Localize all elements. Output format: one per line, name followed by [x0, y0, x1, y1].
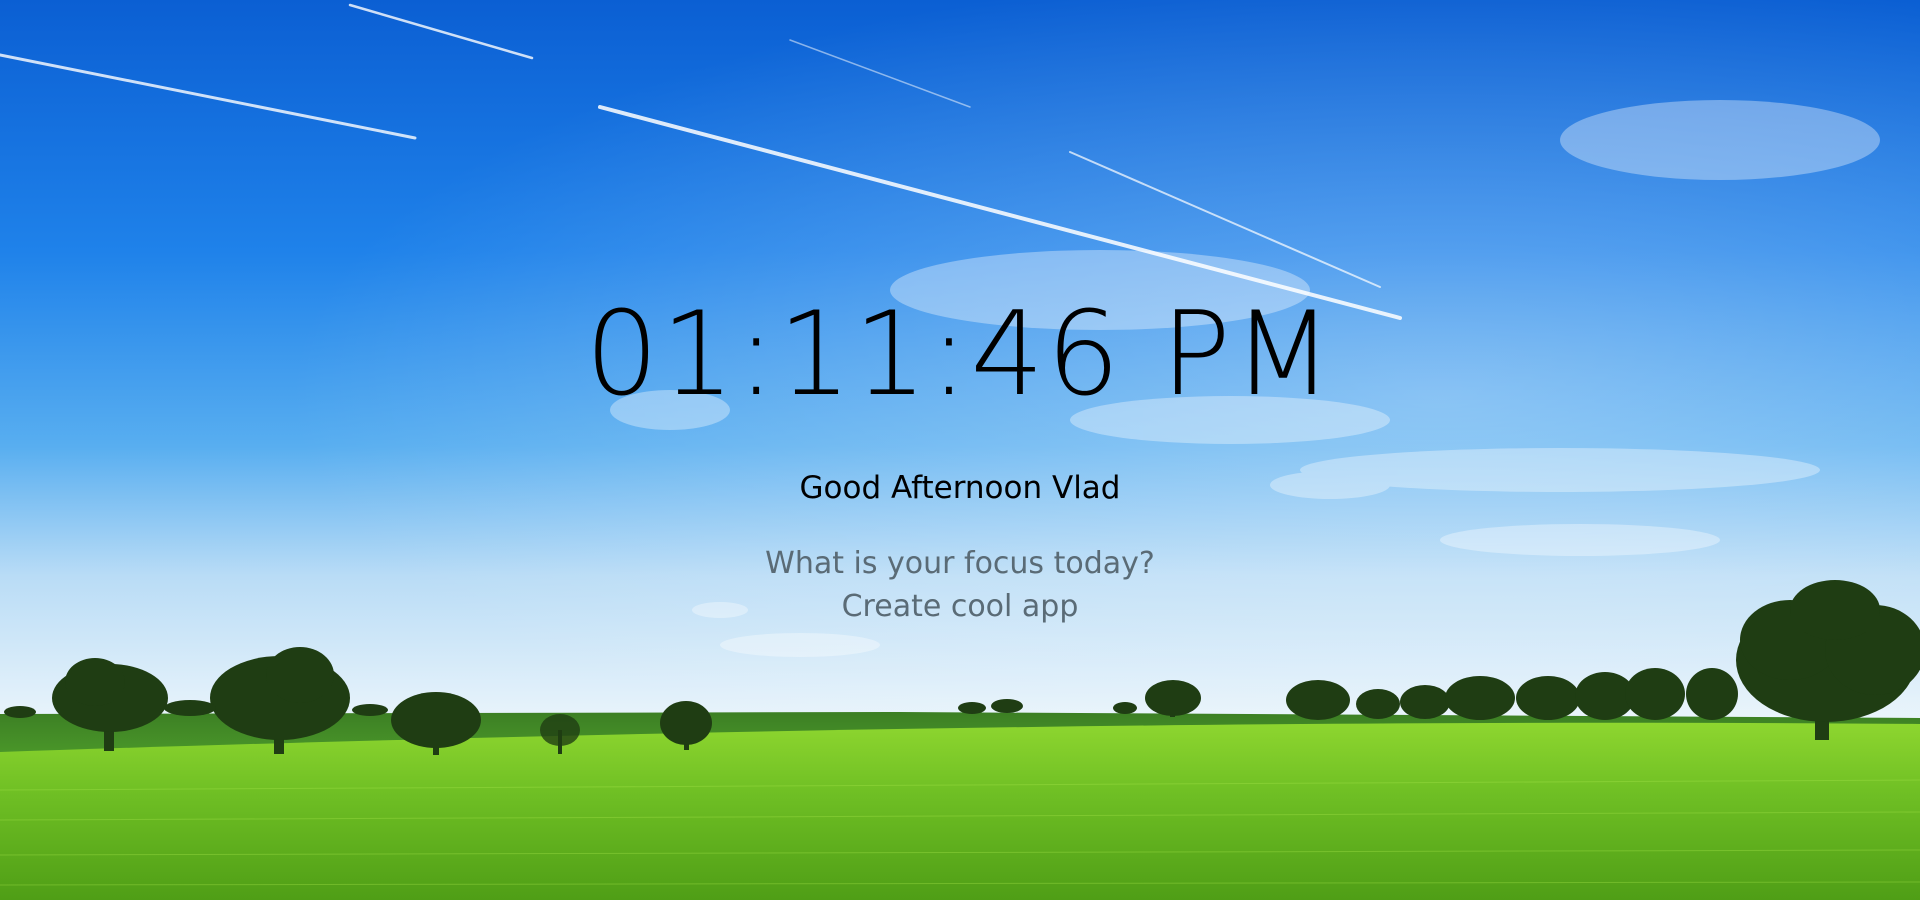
clock: 01:11:46 PM [585, 287, 1335, 422]
greeting-text: Good Afternoon Vlad [799, 470, 1121, 506]
dashboard-content: 01:11:46 PM Good Afternoon Vlad What is … [0, 0, 1920, 900]
dashboard: 01:11:46 PM Good Afternoon Vlad What is … [0, 0, 1920, 900]
focus-input[interactable] [710, 584, 1210, 628]
focus-question: What is your focus today? [765, 546, 1155, 581]
